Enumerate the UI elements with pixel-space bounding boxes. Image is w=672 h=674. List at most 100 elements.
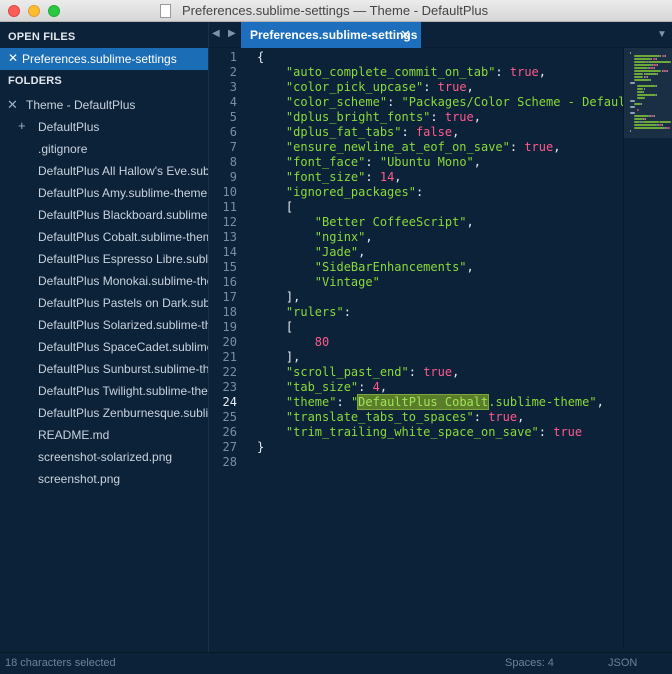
minimap-line [633, 76, 644, 78]
minimap[interactable] [623, 48, 672, 648]
minimap-line [656, 85, 658, 87]
sidebar-folder[interactable]: + DefaultPlus [0, 117, 208, 139]
code-line[interactable]: "font_face": "Ubuntu Mono", [257, 155, 481, 169]
minimap-line [642, 91, 644, 93]
code-line[interactable]: "ignored_packages": [257, 185, 423, 199]
sidebar-item-label: .gitignore [38, 142, 88, 156]
code-line[interactable]: [ [257, 200, 293, 214]
code-token: "translate_tabs_to_spaces" [285, 410, 474, 424]
code-line[interactable]: "dplus_fat_tabs": false, [257, 125, 459, 139]
sidebar-file[interactable]: DefaultPlus Espresso Libre.sublime-theme [0, 249, 208, 271]
code-token: , [553, 140, 561, 154]
line-number: 28 [222, 455, 237, 469]
code-token: "scroll_past_end" [285, 365, 409, 379]
triangle-down-icon[interactable]: ▼ [657, 29, 667, 40]
sidebar-file[interactable]: DefaultPlus Amy.sublime-theme [0, 183, 208, 205]
window-zoom-button[interactable] [48, 5, 60, 17]
line-number: 5 [229, 110, 237, 124]
code-line[interactable]: "Jade", [257, 245, 366, 259]
code-line[interactable]: "SideBarEnhancements", [257, 260, 474, 274]
code-line[interactable]: } [257, 440, 264, 454]
code-line[interactable]: "dplus_bright_fonts": true, [257, 110, 481, 124]
code-line[interactable]: "theme": "DefaultPlus Cobalt.sublime-the… [257, 394, 604, 410]
minimap-line [665, 55, 667, 57]
line-number: 2 [229, 65, 237, 79]
line-number: 11 [222, 200, 237, 214]
open-file-item[interactable]: ✕ Preferences.sublime-settings [0, 48, 208, 70]
code-line[interactable]: "trim_trailing_white_space_on_save": tru… [257, 425, 582, 439]
minimap-line [640, 103, 642, 105]
code-token: "font_size" [285, 170, 366, 184]
indentation-status[interactable]: Spaces: 4 [505, 657, 554, 669]
code-line[interactable]: "translate_tabs_to_spaces": true, [257, 410, 524, 424]
triangle-left-icon[interactable]: ◀ [212, 28, 220, 39]
sidebar: OPEN FILES ✕ Preferences.sublime-setting… [0, 22, 209, 674]
code-line[interactable]: "Vintage" [257, 275, 380, 289]
sidebar-file[interactable]: DefaultPlus All Hallow's Eve.sublime-the… [0, 161, 208, 183]
sidebar-file[interactable]: screenshot-solarized.png [0, 447, 208, 469]
sidebar-file[interactable]: DefaultPlus Pastels on Dark.sublime-them… [0, 293, 208, 315]
code-line[interactable]: "tab_size": 4, [257, 380, 387, 394]
code-line[interactable]: "color_scheme": "Packages/Color Scheme -… [257, 95, 623, 109]
code-line[interactable]: ], [257, 350, 300, 364]
sidebar-file[interactable]: screenshot.png [0, 469, 208, 491]
code-line[interactable]: "ensure_newline_at_eof_on_save": true, [257, 140, 561, 154]
minimap-line [637, 91, 643, 93]
close-icon[interactable]: ✕ [7, 97, 18, 113]
minimap-line [633, 118, 643, 120]
code-line[interactable]: "Better CoffeeScript", [257, 215, 474, 229]
code-line[interactable]: [ [257, 320, 293, 334]
line-number: 14 [222, 245, 237, 259]
sidebar-file[interactable]: DefaultPlus Cobalt.sublime-theme [0, 227, 208, 249]
sidebar-file[interactable]: README.md [0, 425, 208, 447]
sidebar-file[interactable]: DefaultPlus Sunburst.sublime-theme [0, 359, 208, 381]
code-token: , [358, 245, 366, 259]
window-close-button[interactable] [8, 5, 20, 17]
selection-status: 18 characters selected [5, 657, 116, 669]
close-icon[interactable]: ✕ [8, 51, 18, 65]
code-token: : [401, 125, 416, 139]
tab-preferences[interactable]: Preferences.sublime-settings ✕ [241, 22, 421, 48]
plus-icon[interactable]: + [18, 118, 26, 133]
folder-label: Theme - DefaultPlus [26, 98, 136, 112]
minimap-line [630, 100, 636, 102]
sidebar-file[interactable]: DefaultPlus Solarized.sublime-theme [0, 315, 208, 337]
code-line[interactable]: 80 [257, 335, 329, 349]
minimap-line [658, 121, 671, 123]
code-token: : [415, 185, 424, 199]
code-line[interactable]: "rulers": [257, 305, 351, 319]
code-line[interactable]: "color_pick_upcase": true, [257, 80, 474, 94]
sidebar-file[interactable]: DefaultPlus Monokai.sublime-theme [0, 271, 208, 293]
triangle-right-icon[interactable]: ▶ [228, 28, 236, 39]
sidebar-file[interactable]: DefaultPlus SpaceCadet.sublime-theme [0, 337, 208, 359]
window-minimize-button[interactable] [28, 5, 40, 17]
line-number: 26 [222, 425, 237, 439]
sidebar-file[interactable]: .gitignore [0, 139, 208, 161]
code-editor[interactable]: 1 {2 "auto_complete_commit_on_tab": true,… [209, 48, 623, 648]
sidebar-folder-root[interactable]: ✕ Theme - DefaultPlus [0, 95, 208, 117]
sidebar-file[interactable]: DefaultPlus Blackboard.sublime-theme [0, 205, 208, 227]
code-line[interactable]: { [257, 50, 264, 64]
sidebar-file[interactable]: DefaultPlus Zenburnesque.sublime-theme [0, 403, 208, 425]
code-token: true [423, 365, 453, 379]
minimap-line [633, 73, 644, 75]
code-line[interactable]: "scroll_past_end": true, [257, 365, 459, 379]
close-icon[interactable]: ✕ [400, 27, 411, 43]
document-icon [160, 4, 171, 18]
code-line[interactable]: "auto_complete_commit_on_tab": true, [257, 65, 546, 79]
code-token: "nginx" [314, 230, 366, 244]
sidebar-file[interactable]: DefaultPlus Twilight.sublime-theme [0, 381, 208, 403]
code-line[interactable]: "nginx", [257, 230, 373, 244]
syntax-status[interactable]: JSON [608, 657, 637, 669]
code-token: "color_pick_upcase" [285, 80, 424, 94]
code-line[interactable]: ], [257, 290, 300, 304]
tab-bar: ◀ ▶ Preferences.sublime-settings ✕ ▼ [209, 22, 672, 48]
code-line[interactable]: "font_size": 14, [257, 170, 402, 184]
sidebar-item-label: screenshot.png [38, 472, 121, 486]
code-token: : [365, 155, 380, 169]
